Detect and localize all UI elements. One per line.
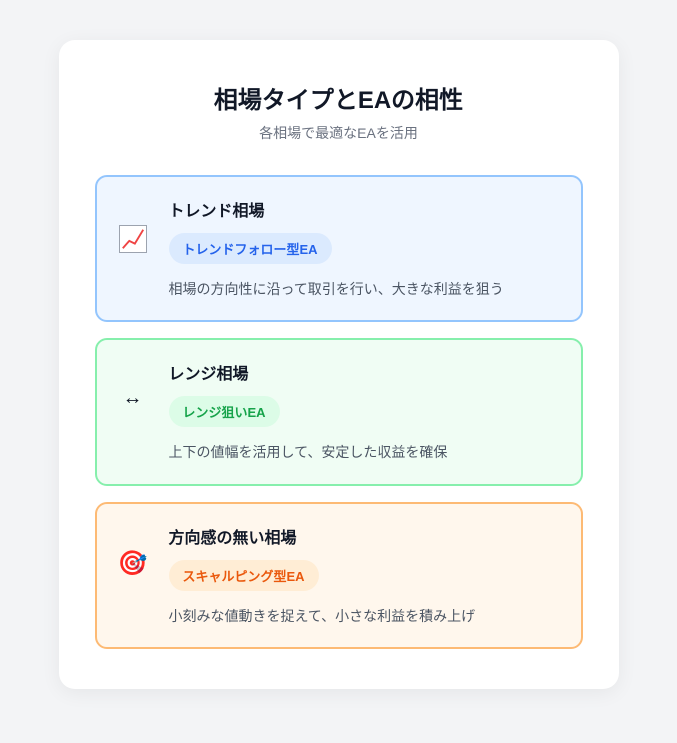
section-title: トレンド相場 xyxy=(169,197,561,221)
section-body: 方向感の無い相場 スキャルピング型EA 小刻みな値動きを捉えて、小さな利益を積み… xyxy=(169,524,561,627)
section-tag: レンジ狙いEA xyxy=(169,396,280,427)
section-tag: スキャルピング型EA xyxy=(169,560,319,591)
section-tag: トレンドフォロー型EA xyxy=(169,233,332,264)
section-body: トレンド相場 トレンドフォロー型EA 相場の方向性に沿って取引を行い、大きな利益… xyxy=(169,197,561,300)
card-container: 相場タイプとEAの相性 各相場で最適なEAを活用 トレンド相場 トレンドフォロー… xyxy=(59,40,619,689)
section-scalping: 🎯 方向感の無い相場 スキャルピング型EA 小刻みな値動きを捉えて、小さな利益を… xyxy=(95,502,583,649)
chart-up-icon xyxy=(113,225,153,253)
section-desc: 上下の値幅を活用して、安定した収益を確保 xyxy=(169,441,561,463)
section-desc: 小刻みな値動きを捉えて、小さな利益を積み上げ xyxy=(169,605,561,627)
target-icon: 🎯 xyxy=(113,552,153,576)
section-body: レンジ相場 レンジ狙いEA 上下の値幅を活用して、安定した収益を確保 xyxy=(169,360,561,463)
section-range: ↔ レンジ相場 レンジ狙いEA 上下の値幅を活用して、安定した収益を確保 xyxy=(95,338,583,485)
section-trend: トレンド相場 トレンドフォロー型EA 相場の方向性に沿って取引を行い、大きな利益… xyxy=(95,175,583,322)
card-title: 相場タイプとEAの相性 xyxy=(95,80,583,115)
arrows-horizontal-icon: ↔ xyxy=(113,388,153,408)
section-title: 方向感の無い相場 xyxy=(169,524,561,548)
card-subtitle: 各相場で最適なEAを活用 xyxy=(95,123,583,143)
section-title: レンジ相場 xyxy=(169,360,561,384)
section-desc: 相場の方向性に沿って取引を行い、大きな利益を狙う xyxy=(169,278,561,300)
